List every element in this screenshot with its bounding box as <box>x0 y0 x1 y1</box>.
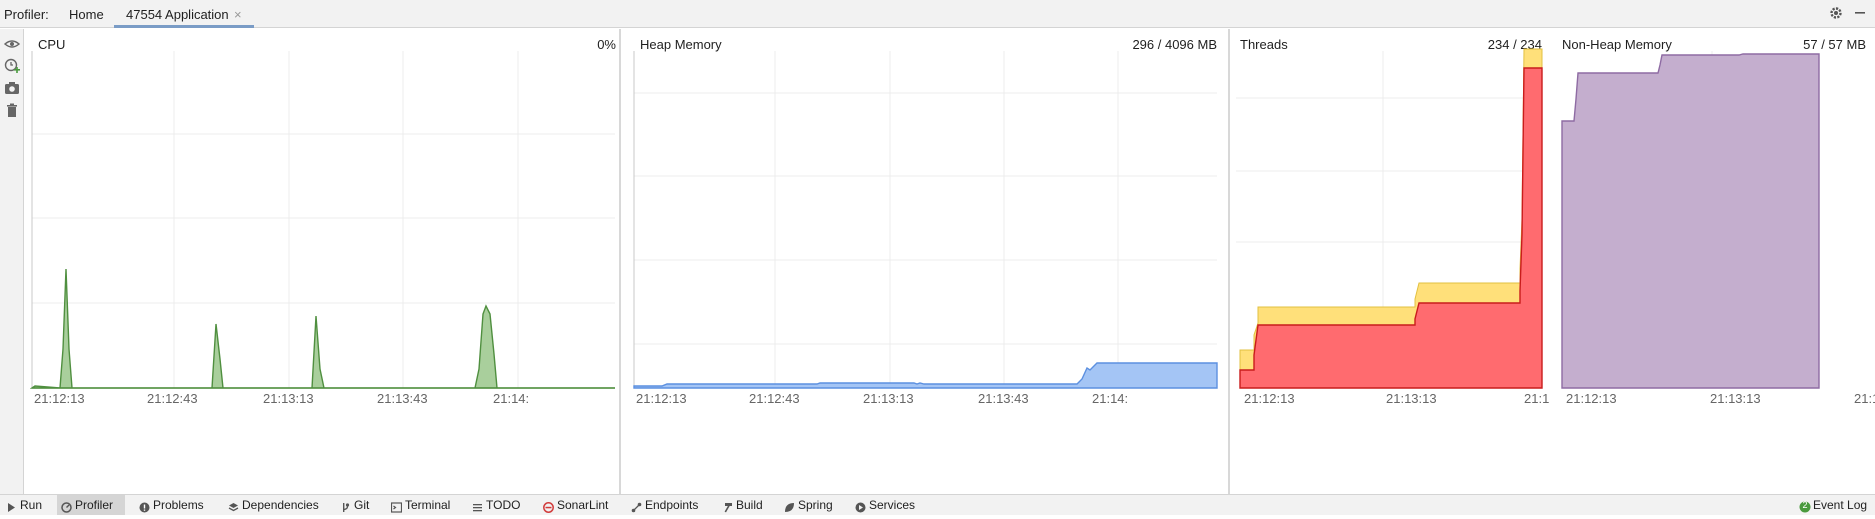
tool-run-label: Run <box>20 498 43 512</box>
heap-tick: 21:12:43 <box>749 391 800 406</box>
tool-sonarlint[interactable]: SonarLint <box>539 495 608 515</box>
tool-todo-label: TODO <box>486 498 521 512</box>
tool-services-label: Services <box>869 498 916 512</box>
tool-event-log-label: Event Log <box>1813 498 1868 512</box>
tool-services[interactable]: Services <box>851 495 915 515</box>
services-icon <box>855 499 866 513</box>
tool-build[interactable]: Build <box>718 495 763 515</box>
tool-git-label: Git <box>354 498 370 512</box>
tool-terminal[interactable]: Terminal <box>387 495 450 515</box>
heap-panel: Heap Memory 296 / 4096 MB 21:12:13 21:12… <box>632 29 1219 494</box>
profiler-toolbar <box>0 29 24 494</box>
tool-profiler[interactable]: Profiler <box>57 495 125 515</box>
threads-tick: 21:1 <box>1524 391 1550 406</box>
tool-spring-label: Spring <box>798 498 833 512</box>
tool-dependencies-label: Dependencies <box>242 498 319 512</box>
non-heap-usage-area <box>1561 53 1820 389</box>
tool-terminal-label: Terminal <box>405 498 451 512</box>
heap-tick: 21:12:13 <box>636 391 687 406</box>
cpu-panel: CPU 0% 21:12:13 21:12:43 21:13:13 21:13:… <box>30 29 618 494</box>
trash-icon[interactable] <box>4 102 20 118</box>
tab-home[interactable]: Home <box>69 7 104 22</box>
tool-run[interactable]: Run <box>2 495 42 515</box>
heap-tick: 21:13:43 <box>978 391 1029 406</box>
threads-panel: Threads 234 / 234 21:12:13 21:13:13 21:1 <box>1232 29 1549 494</box>
panel-divider[interactable] <box>1228 29 1230 494</box>
tool-window-bar: Run Profiler Problems Dependencies Git T… <box>0 494 1875 515</box>
heap-usage-area <box>633 362 1218 389</box>
gear-icon[interactable] <box>1827 5 1845 23</box>
dependencies-icon <box>228 499 239 512</box>
git-icon <box>340 499 351 512</box>
tool-problems[interactable]: Problems <box>135 495 204 515</box>
tool-event-log[interactable]: 2 Event Log <box>1795 495 1867 515</box>
cpu-usage-area <box>30 268 615 389</box>
heap-tick: 21:14: <box>1092 391 1129 406</box>
tool-endpoints-label: Endpoints <box>645 498 699 512</box>
tool-dependencies[interactable]: Dependencies <box>224 495 319 515</box>
tab-application[interactable]: 47554 Application × <box>114 0 254 28</box>
cpu-chart <box>30 51 615 389</box>
cpu-tick: 21:14: <box>493 391 530 406</box>
minimize-icon[interactable] <box>1851 5 1869 23</box>
tool-problems-label: Problems <box>153 498 204 512</box>
profiler-icon <box>61 499 72 513</box>
endpoints-icon <box>631 499 642 513</box>
tool-profiler-label: Profiler <box>75 498 114 512</box>
non-heap-panel: Non-Heap Memory 57 / 57 MB 21:12:13 21:1… <box>1556 29 1875 494</box>
non-heap-tick: 21:13:13 <box>1710 391 1761 406</box>
clock-add-icon[interactable] <box>4 58 20 74</box>
tool-build-label: Build <box>736 498 763 512</box>
active-tab-indicator <box>114 25 254 28</box>
hammer-icon <box>722 499 733 513</box>
threads-chart <box>1236 48 1543 389</box>
non-heap-chart <box>1561 51 1820 389</box>
cpu-tick: 21:13:13 <box>263 391 314 406</box>
threads-tick: 21:12:13 <box>1244 391 1295 406</box>
spring-icon <box>784 499 795 512</box>
play-icon <box>6 499 17 512</box>
tool-spring[interactable]: Spring <box>780 495 833 515</box>
terminal-icon <box>390 499 403 513</box>
profiler-header: Profiler: Home 47554 Application × <box>0 0 1875 28</box>
threads-tick: 21:13:13 <box>1386 391 1437 406</box>
event-log-count: 2 <box>1802 500 1808 510</box>
tab-application-label: 47554 Application <box>126 7 229 22</box>
panel-divider[interactable] <box>619 29 621 494</box>
tool-endpoints[interactable]: Endpoints <box>627 495 698 515</box>
heap-chart <box>633 51 1218 389</box>
tool-todo[interactable]: TODO <box>468 495 520 515</box>
todo-icon <box>472 499 483 512</box>
heap-tick: 21:13:13 <box>863 391 914 406</box>
cpu-tick: 21:12:13 <box>34 391 85 406</box>
non-heap-tick: 21:1 <box>1854 391 1875 406</box>
tool-git[interactable]: Git <box>336 495 369 515</box>
close-tab-icon[interactable]: × <box>234 7 242 22</box>
eye-icon[interactable] <box>3 36 21 52</box>
tool-sonarlint-label: SonarLint <box>557 498 609 512</box>
threads-live-area <box>1239 67 1543 389</box>
camera-icon[interactable] <box>4 80 20 96</box>
non-heap-tick: 21:12:13 <box>1566 391 1617 406</box>
cpu-tick: 21:12:43 <box>147 391 198 406</box>
cpu-tick: 21:13:43 <box>377 391 428 406</box>
profiler-label: Profiler: <box>4 7 49 22</box>
problems-icon <box>139 499 150 513</box>
sonarlint-icon <box>543 499 554 513</box>
